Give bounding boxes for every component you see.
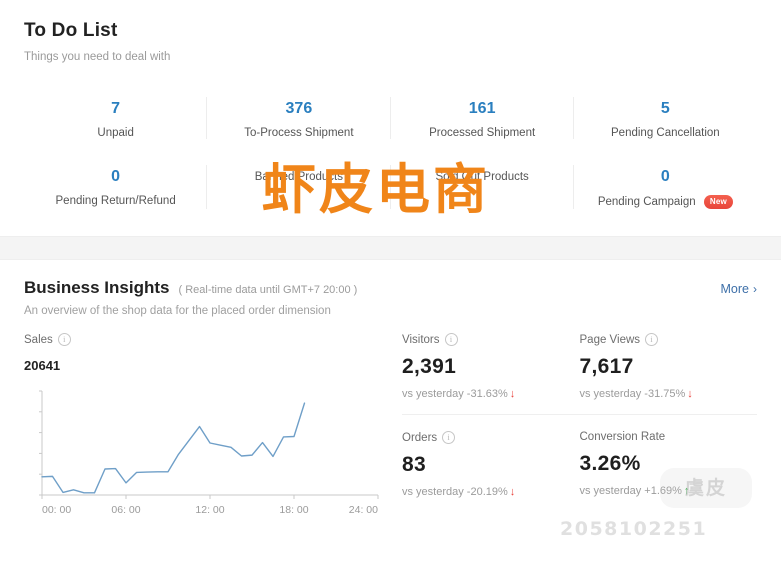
sales-chart-svg: 00: 00 06: 00 12: 00 18: 00 24: 00 (39, 390, 379, 516)
metric-delta: vs yesterday -20.19% ↓ (402, 486, 580, 498)
metrics-row-bottom: Orders i 83 vs yesterday -20.19% ↓ Conver… (402, 414, 757, 498)
todo-grid: 7 Unpaid 376 To-Process Shipment 161 Pro… (24, 85, 757, 223)
todo-label: Sold Out Products (395, 171, 570, 183)
metric-visitors[interactable]: Visitors i 2,391 vs yesterday -31.63% ↓ (402, 333, 580, 400)
sales-label-row: Sales i (24, 333, 384, 346)
metric-value: 83 (402, 453, 426, 476)
more-label: More (720, 282, 749, 296)
arrow-down-icon: ↓ (687, 388, 693, 400)
todo-item-to-process-shipment[interactable]: 376 To-Process Shipment (207, 85, 391, 153)
sales-label: Sales (24, 333, 53, 346)
svg-text:18: 00: 18: 00 (279, 504, 308, 516)
todo-list-card: To Do List Things you need to deal with … (0, 0, 781, 236)
todo-item-pending-campaign[interactable]: 0 Pending Campaign New (574, 153, 757, 223)
svg-text:06: 00: 06: 00 (111, 504, 140, 516)
sales-total-value: 20641 (24, 358, 61, 373)
metric-label: Conversion Rate (579, 431, 666, 443)
todo-label: Pending Campaign New (578, 195, 753, 209)
arrow-down-icon: ↓ (509, 388, 516, 400)
metric-delta: vs yesterday -31.75% ↓ (580, 388, 758, 400)
metric-label: Page Views (579, 333, 641, 346)
business-insights-body: Sales i 20641 00: 00 06: 00 12: 00 18: 00 24… (24, 333, 757, 523)
todo-label-text: Banned Products (254, 171, 343, 183)
todo-count: 5 (660, 100, 670, 117)
business-insights-subtitle: An overview of the shop data for the pla… (24, 305, 331, 317)
todo-label-text: Pending Return/Refund (55, 195, 176, 207)
metric-delta-text: vs yesterday +1.69% (579, 485, 682, 497)
todo-item-unpaid[interactable]: 7 Unpaid (24, 85, 208, 153)
todo-label-text: Sold Out Products (435, 171, 529, 183)
info-icon[interactable]: i (645, 333, 659, 346)
info-icon[interactable]: i (444, 333, 458, 346)
metric-page-views[interactable]: Page Views i 7,617 vs yesterday -31.75% ↓ (580, 333, 758, 400)
info-icon[interactable]: i (442, 431, 456, 444)
todo-count: 0 (111, 168, 121, 185)
more-link[interactable]: More › (721, 282, 757, 296)
metric-label-row: Page Views i (580, 333, 758, 346)
todo-label-text: To-Process Shipment (244, 127, 354, 139)
metric-conversion-rate[interactable]: Conversion Rate 3.26% vs yesterday +1.69… (580, 431, 758, 498)
todo-item-sold-out-products[interactable]: Sold Out Products (391, 153, 575, 223)
todo-count: 7 (111, 100, 121, 117)
todo-count: 0 (660, 168, 670, 185)
sales-line-chart: 00: 00 06: 00 12: 00 18: 00 24: 00 (24, 383, 384, 523)
info-icon[interactable]: i (57, 333, 71, 346)
metric-label-row: Visitors i (402, 333, 580, 346)
metric-delta: vs yesterday -31.63% ↓ (402, 388, 580, 400)
todo-label: Unpaid (28, 127, 203, 139)
chevron-right-icon: › (753, 282, 757, 296)
business-insights-header: Business Insights ( Real-time data until… (24, 278, 757, 298)
todo-count: 376 (285, 100, 313, 117)
business-insights-title: Business Insights (24, 278, 170, 297)
status-badge: New (703, 195, 733, 209)
metric-delta-text: vs yesterday -31.75% (579, 388, 686, 400)
todo-label: Processed Shipment (395, 127, 570, 139)
todo-count: 161 (468, 100, 496, 117)
metric-value: 7,617 (579, 355, 634, 378)
todo-label-text: Pending Campaign (597, 196, 696, 209)
todo-item-banned-products[interactable]: Banned Products (207, 153, 391, 223)
svg-text:00: 00: 00: 00 (42, 504, 71, 516)
todo-label: To-Process Shipment (211, 127, 386, 139)
metric-delta-text: vs yesterday -31.63% (402, 388, 508, 400)
section-divider (0, 236, 781, 260)
arrow-down-icon: ↓ (509, 486, 516, 498)
metric-delta-text: vs yesterday -20.19% (402, 486, 508, 498)
todo-subtitle: Things you need to deal with (24, 51, 171, 63)
todo-label: Pending Return/Refund (28, 195, 203, 207)
arrow-up-icon: ↑ (683, 485, 690, 497)
todo-item-pending-cancellation[interactable]: 5 Pending Cancellation (574, 85, 757, 153)
svg-text:12: 00: 12: 00 (195, 504, 224, 516)
page-title: To Do List (24, 20, 118, 41)
todo-label: Pending Cancellation (578, 127, 753, 139)
metric-orders[interactable]: Orders i 83 vs yesterday -20.19% ↓ (402, 431, 580, 498)
metric-label-row: Conversion Rate (580, 431, 758, 443)
metric-value: 2,391 (402, 355, 457, 378)
metric-label: Visitors (402, 333, 440, 346)
todo-label-text: Unpaid (97, 127, 134, 139)
metric-value: 3.26% (579, 452, 641, 475)
sales-chart-column: Sales i 20641 00: 00 06: 00 12: 00 18: 00 24… (24, 333, 384, 523)
metric-label-row: Orders i (402, 431, 580, 444)
metrics-column: Visitors i 2,391 vs yesterday -31.63% ↓ P… (384, 333, 757, 523)
metric-label: Orders (402, 431, 438, 444)
metric-delta: vs yesterday +1.69% ↑ (580, 485, 758, 497)
todo-label: Banned Products (211, 171, 386, 183)
todo-label-text: Processed Shipment (429, 127, 536, 139)
business-insights-card: Business Insights ( Real-time data until… (0, 260, 781, 523)
svg-text:24: 00: 24: 00 (349, 504, 378, 516)
realtime-note: ( Real-time data until GMT+7 20:00 ) (178, 284, 358, 296)
todo-item-pending-return-refund[interactable]: 0 Pending Return/Refund (24, 153, 208, 223)
todo-label-text: Pending Cancellation (611, 127, 720, 139)
metrics-row-top: Visitors i 2,391 vs yesterday -31.63% ↓ P… (402, 333, 757, 400)
todo-item-processed-shipment[interactable]: 161 Processed Shipment (391, 85, 575, 153)
